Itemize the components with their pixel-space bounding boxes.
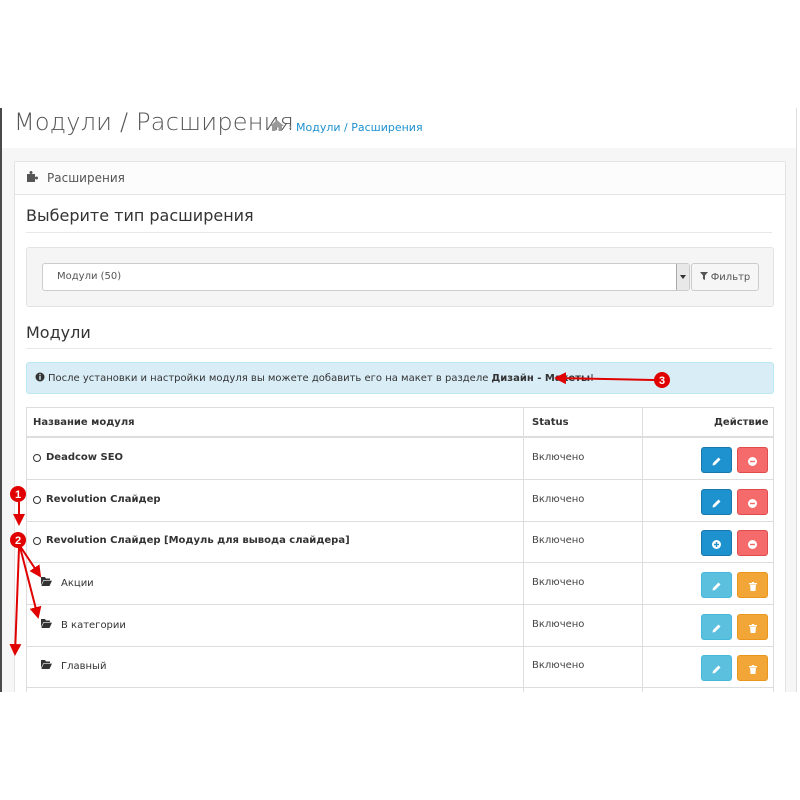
table-row: Акции Включено [27, 563, 773, 605]
divider [26, 348, 772, 349]
puzzle-icon [27, 171, 39, 185]
module-name: Revolution Слайдер [Модуль для вывода сл… [46, 535, 350, 546]
module-status: Включено [532, 619, 585, 630]
delete-button[interactable] [737, 655, 768, 681]
breadcrumb-link[interactable]: Модули / Расширения [296, 121, 423, 134]
panel-heading: Расширения [15, 162, 785, 195]
edit-button[interactable] [701, 489, 732, 515]
page-title: Модули / Расширения [14, 108, 295, 136]
module-name-cell: Акции [41, 577, 94, 589]
column-header-name[interactable]: Название модуля [33, 417, 135, 428]
module-name-cell: В категории [41, 619, 126, 631]
add-module-button[interactable] [701, 530, 732, 556]
circle-icon [33, 536, 41, 545]
module-status: Включено [532, 660, 585, 671]
pencil-icon [712, 659, 721, 678]
minus-circle-icon [748, 534, 757, 553]
module-status: Включено [532, 452, 585, 463]
uninstall-button[interactable] [737, 530, 768, 556]
panel-heading-title: Расширения [47, 171, 125, 185]
alert-punctuation: ! [590, 373, 595, 384]
alert-text: После установки и настройки модуля вы мо… [48, 373, 489, 384]
minus-circle-icon [748, 493, 757, 512]
modules-table: Название модуля Status Действие Deadcow … [26, 407, 774, 692]
column-header-action: Действие [714, 417, 769, 428]
pencil-icon [712, 618, 721, 637]
filter-button[interactable]: Фильтр [691, 263, 759, 291]
alert-design-layouts: Дизайн - Макеты [491, 373, 590, 384]
pencil-icon [712, 493, 721, 512]
table-row: Главный Включено [27, 646, 773, 688]
edit-button[interactable] [701, 614, 732, 640]
table-row: Deadcow SEO Включено [27, 438, 773, 480]
uninstall-button[interactable] [737, 447, 768, 473]
minus-circle-icon [748, 451, 757, 470]
delete-button[interactable] [737, 614, 768, 640]
module-name: В категории [61, 619, 126, 631]
delete-button[interactable] [737, 572, 768, 598]
extension-type-select[interactable]: Модули (50) [42, 263, 690, 291]
table-row: Revolution Слайдер Включено [27, 480, 773, 522]
module-status: Включено [532, 494, 585, 505]
edit-button[interactable] [701, 447, 732, 473]
module-name: Revolution Слайдер [46, 494, 161, 505]
edit-button[interactable] [701, 572, 732, 598]
window-edge [796, 108, 797, 692]
filter-button-label: Фильтр [710, 271, 751, 283]
module-status: Включено [532, 577, 585, 588]
page-header: Модули / Расширения › Модули / Расширени… [2, 108, 796, 148]
edit-button[interactable] [701, 655, 732, 681]
pencil-icon [712, 576, 721, 595]
select-arrow-icon[interactable] [676, 264, 689, 290]
select-type-heading: Выберите тип расширения [26, 206, 254, 225]
admin-screenshot: Модули / Расширения › Модули / Расширени… [0, 108, 800, 692]
home-icon[interactable] [270, 120, 284, 134]
folder-open-icon [41, 619, 52, 631]
table-header: Название модуля Status Действие [27, 408, 773, 438]
module-name-cell: Главный [41, 660, 106, 672]
filter-well: Модули (50) Фильтр [26, 247, 774, 307]
module-name-cell: Revolution Слайдер [33, 494, 161, 505]
circle-icon [33, 453, 41, 462]
trash-icon [748, 659, 757, 678]
module-name: Главный [61, 660, 107, 672]
trash-icon [748, 576, 757, 595]
breadcrumb: › Модули / Расширения [270, 120, 423, 134]
trash-icon [748, 618, 757, 637]
plus-circle-icon [712, 534, 721, 553]
filter-icon [699, 271, 708, 283]
pencil-icon [712, 451, 721, 470]
table-row: Revolution Слайдер [Модуль для вывода сл… [27, 521, 773, 563]
info-circle-icon [35, 372, 45, 385]
breadcrumb-separator: › [288, 121, 292, 133]
circle-icon [33, 495, 41, 504]
module-name: Акции [61, 577, 94, 589]
info-alert: После установки и настройки модуля вы мо… [26, 362, 774, 394]
module-name-cell: Revolution Слайдер [Модуль для вывода сл… [33, 535, 350, 546]
extension-type-select-value: Модули (50) [57, 271, 122, 282]
folder-open-icon [41, 577, 52, 589]
column-header-status[interactable]: Status [532, 417, 569, 428]
module-name-cell: Deadcow SEO [33, 452, 123, 463]
modules-heading: Модули [26, 323, 91, 342]
divider [26, 232, 772, 233]
module-name: Deadcow SEO [46, 452, 124, 463]
module-status: Включено [532, 535, 585, 546]
folder-open-icon [41, 660, 52, 672]
uninstall-button[interactable] [737, 489, 768, 515]
table-row: В категории Включено [27, 605, 773, 647]
